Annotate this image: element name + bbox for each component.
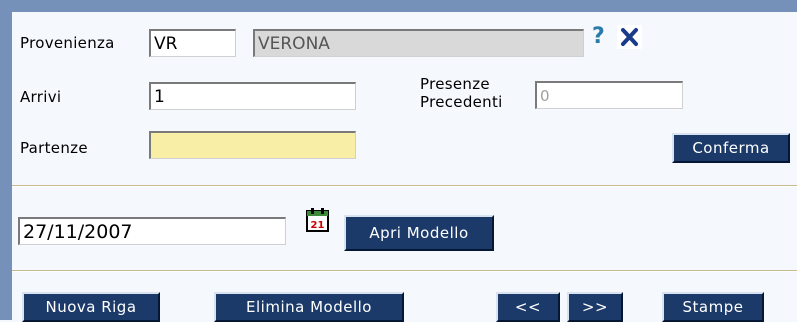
previous-button[interactable]: <<	[496, 292, 560, 322]
presenze-precedenti-label: Presenze Precedenti	[420, 75, 503, 111]
provenienza-label: Provenienza	[20, 34, 115, 52]
close-x-icon[interactable]	[617, 25, 642, 49]
arrivi-input[interactable]	[149, 82, 356, 110]
presenze-label-line1: Presenze	[420, 75, 490, 93]
question-mark-icon[interactable]: ?	[592, 24, 605, 49]
partenze-label: Partenze	[20, 139, 88, 157]
provenienza-code-input[interactable]	[149, 29, 236, 57]
calendar-day-text: 21	[311, 220, 325, 231]
section-divider	[12, 185, 797, 187]
presenze-precedenti-input[interactable]	[535, 81, 683, 109]
stampe-button[interactable]: Stampe	[662, 292, 764, 322]
section-divider-bottom	[12, 270, 797, 272]
partenze-input[interactable]	[149, 131, 356, 159]
presenze-label-line2: Precedenti	[420, 93, 503, 111]
calendar-icon[interactable]: 21	[306, 208, 329, 232]
provenienza-name-field	[253, 29, 584, 57]
next-button[interactable]: >>	[567, 292, 623, 322]
conferma-button[interactable]: Conferma	[672, 133, 790, 163]
arrivi-label: Arrivi	[20, 88, 62, 106]
elimina-modello-button[interactable]: Elimina Modello	[214, 292, 404, 322]
nuova-riga-button[interactable]: Nuova Riga	[22, 292, 160, 322]
apri-modello-button[interactable]: Apri Modello	[344, 215, 494, 251]
date-input[interactable]	[18, 217, 286, 245]
